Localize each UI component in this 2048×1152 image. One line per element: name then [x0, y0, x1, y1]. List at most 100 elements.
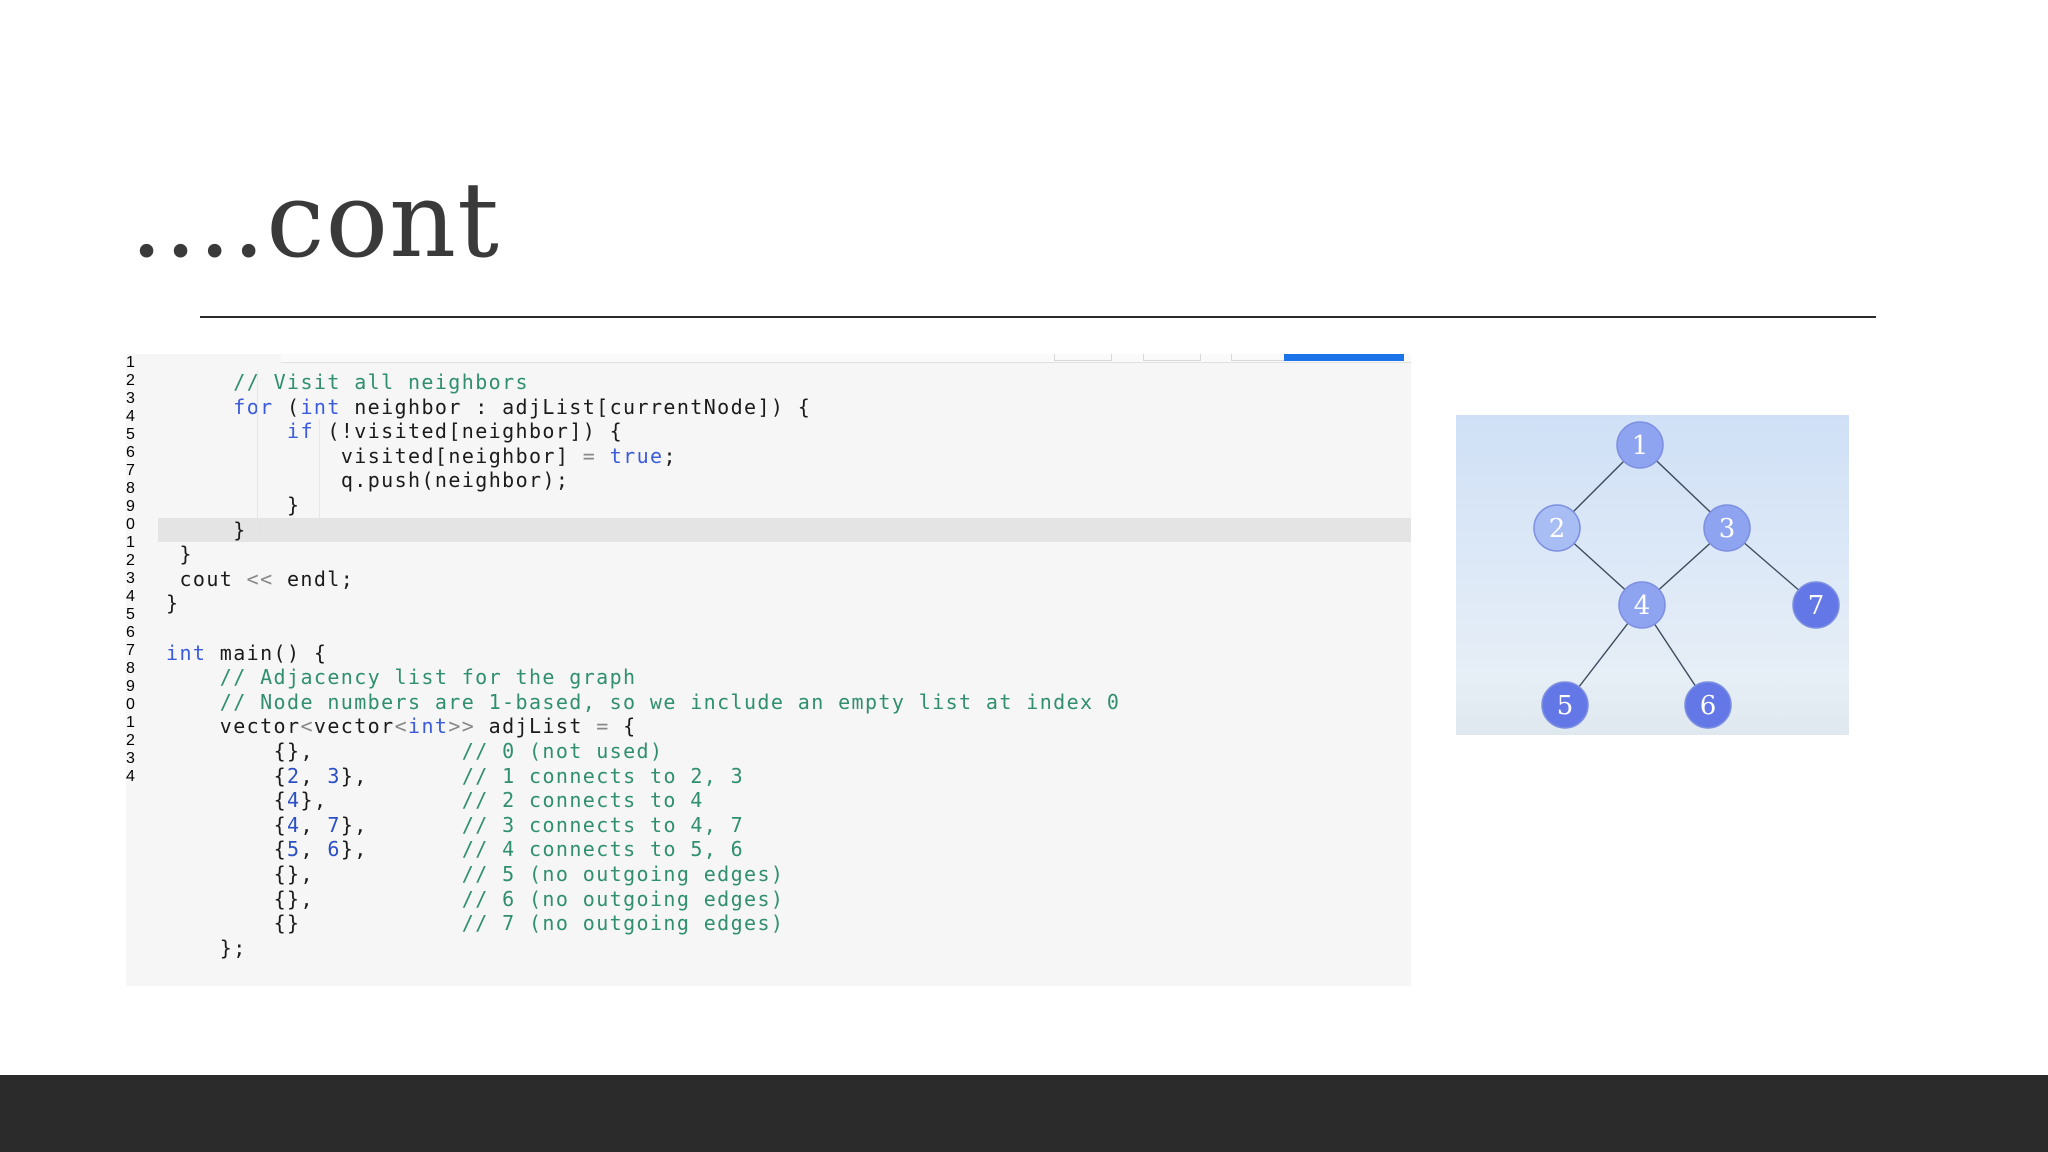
code-token: },: [300, 788, 462, 813]
tree-diagram: 1 2 3 4 7 5 6: [1456, 415, 1849, 735]
code-token: }: [233, 517, 247, 542]
tree-node-label: 6: [1700, 691, 1717, 721]
tree-node-label: 3: [1719, 514, 1736, 544]
code-token: // 7 (no outgoing edges): [461, 911, 785, 936]
code-token: {: [273, 812, 288, 837]
code-line: for (int neighbor : adjList[currentNode]…: [233, 395, 811, 420]
code-token: int: [300, 394, 341, 419]
code-token: 7: [327, 812, 341, 837]
code-token: for: [233, 394, 274, 419]
code-line: }: [287, 493, 300, 518]
tree-node-2: 2: [1533, 504, 1581, 552]
tree-node-label: 7: [1808, 591, 1825, 621]
code-token: 5: [287, 837, 301, 862]
code-token: {: [273, 788, 288, 813]
code-token: neighbor : adjList[currentNode]) {: [340, 394, 812, 419]
code-token: 4: [287, 788, 301, 813]
code-line: }: [233, 518, 246, 543]
tree-node-label: 4: [1634, 591, 1651, 621]
code-line: // Node numbers are 1-based, so we inclu…: [220, 690, 1121, 715]
code-token: >>: [448, 714, 476, 739]
code-token: {},: [273, 886, 462, 911]
code-token: <: [300, 714, 314, 739]
footer-bar: [0, 1075, 2048, 1152]
code-token: endl;: [273, 566, 355, 591]
code-line: };: [220, 936, 247, 961]
tree-node-7: 7: [1792, 581, 1840, 629]
tree-image: 1 2 3 4 7 5 6: [1456, 415, 1849, 735]
code-line: vector<vector<int>> adjList = {: [220, 714, 637, 739]
tree-node-label: 5: [1557, 691, 1574, 721]
code-line: }: [166, 591, 179, 616]
code-token: =: [596, 714, 610, 739]
code-token: {}: [273, 911, 462, 936]
code-line: {} // 7 (no outgoing edges): [274, 911, 785, 936]
code-token: (: [273, 394, 301, 419]
code-line: {2, 3}, // 1 connects to 2, 3: [274, 764, 745, 789]
code-token: // 2 connects to 4: [461, 788, 704, 813]
code-line: {4}, // 2 connects to 4: [274, 788, 704, 813]
code-token: // Node numbers are 1-based, so we inclu…: [219, 689, 1121, 714]
code-token: }: [166, 591, 180, 616]
code-token: 4: [287, 812, 301, 837]
toolbar-run-button: [1284, 354, 1404, 361]
code-token: q.push(neighbor);: [340, 468, 570, 493]
code-token: {: [609, 714, 637, 739]
code-token: ,: [300, 763, 328, 788]
code-token: cout: [179, 566, 247, 591]
toolbar-box: [1143, 354, 1201, 361]
code-line: {5, 6}, // 4 connects to 5, 6: [274, 837, 745, 862]
code-token: // Visit all neighbors: [233, 370, 529, 394]
code-token: },: [340, 812, 462, 837]
code-line: // Adjacency list for the graph: [220, 665, 637, 690]
current-line-highlight: [158, 517, 1411, 543]
code-token: ,: [300, 837, 328, 862]
code-line: int main() {: [166, 641, 327, 666]
tree-node-6: 6: [1684, 681, 1732, 729]
code-token: vector: [313, 714, 395, 739]
code-token: // 3 connects to 4, 7: [461, 812, 745, 837]
code-token: visited[neighbor]: [340, 443, 583, 468]
code-token: }: [179, 542, 193, 567]
code-token: };: [219, 935, 247, 960]
code-line: {}, // 6 (no outgoing edges): [274, 887, 785, 912]
code-line: {}, // 0 (not used): [274, 739, 664, 764]
tree-node-label: 1: [1632, 431, 1649, 461]
line-number: 6: [126, 624, 135, 641]
code-token: // 0 (not used): [461, 739, 664, 763]
code-token: // 6 (no outgoing edges): [461, 886, 785, 911]
code-token: // 1 connects to 2, 3: [461, 763, 745, 788]
code-line: {4, 7}, // 3 connects to 4, 7: [274, 813, 745, 838]
code-token: },: [340, 837, 462, 862]
code-token: ,: [300, 812, 328, 837]
code-token: 6: [327, 837, 341, 862]
tree-node-4: 4: [1618, 581, 1666, 629]
code-token: <: [394, 714, 409, 739]
line-number: 5: [126, 606, 135, 623]
code-token: // 4 connects to 5, 6: [461, 837, 745, 862]
code-token: }: [287, 493, 301, 517]
code-line: if (!visited[neighbor]) {: [287, 419, 623, 444]
code-token: // Adjacency list for the graph: [219, 665, 637, 690]
code-screenshot: 1// Visit all neighbors 2 for (int neighbo…: [126, 354, 1411, 986]
tree-node-label: 2: [1549, 514, 1566, 544]
code-line: // Visit all neighbors: [233, 370, 529, 395]
code-token: 2: [287, 763, 301, 788]
indent-guide: [257, 370, 258, 543]
indent-guide: [319, 419, 320, 518]
code-token: 3: [327, 763, 341, 788]
code-line: visited[neighbor] = true;: [341, 444, 677, 469]
code-token: (!visited[neighbor]) {: [313, 419, 624, 444]
code-token: {},: [273, 862, 462, 886]
code-token: vector: [219, 714, 301, 739]
code-token: true: [609, 443, 664, 468]
tree-node-3: 3: [1703, 504, 1751, 552]
tree-node-5: 5: [1541, 681, 1589, 729]
code-token: {: [273, 837, 288, 862]
code-token: ;: [663, 443, 677, 468]
code-token: {: [273, 763, 288, 788]
code-area: 1// Visit all neighbors 2 for (int neighbo…: [126, 354, 1411, 960]
code-token: // 5 (no outgoing edges): [461, 862, 785, 886]
code-token: main() {: [206, 640, 328, 665]
